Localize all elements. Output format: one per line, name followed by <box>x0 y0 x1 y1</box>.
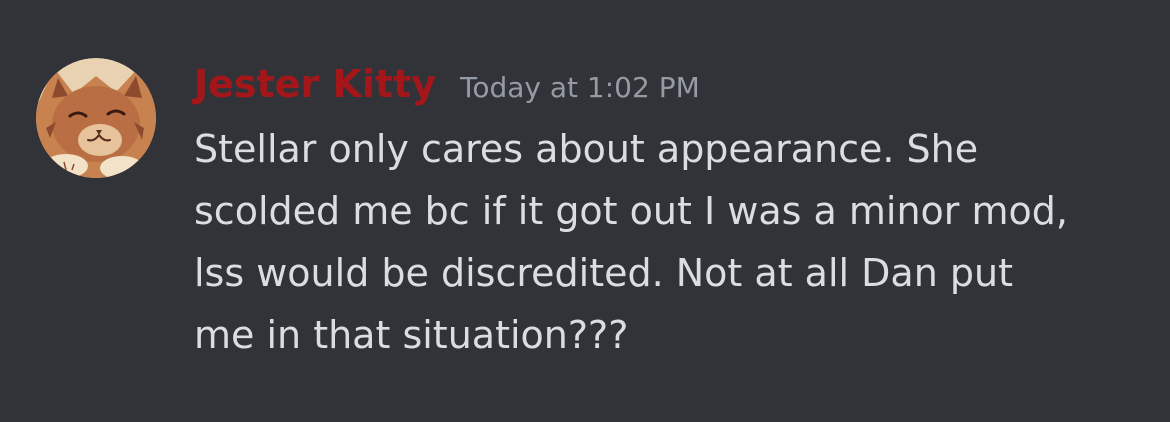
username[interactable]: Jester Kitty <box>194 56 436 112</box>
cat-avatar-icon <box>36 58 156 178</box>
avatar[interactable] <box>36 58 156 178</box>
message-header: Jester Kitty Today at 1:02 PM <box>194 56 700 112</box>
chat-message: Jester Kitty Today at 1:02 PM Stellar on… <box>0 0 1170 422</box>
message-content: Stellar only cares about appearance. She… <box>194 127 1068 357</box>
timestamp: Today at 1:02 PM <box>460 71 700 104</box>
